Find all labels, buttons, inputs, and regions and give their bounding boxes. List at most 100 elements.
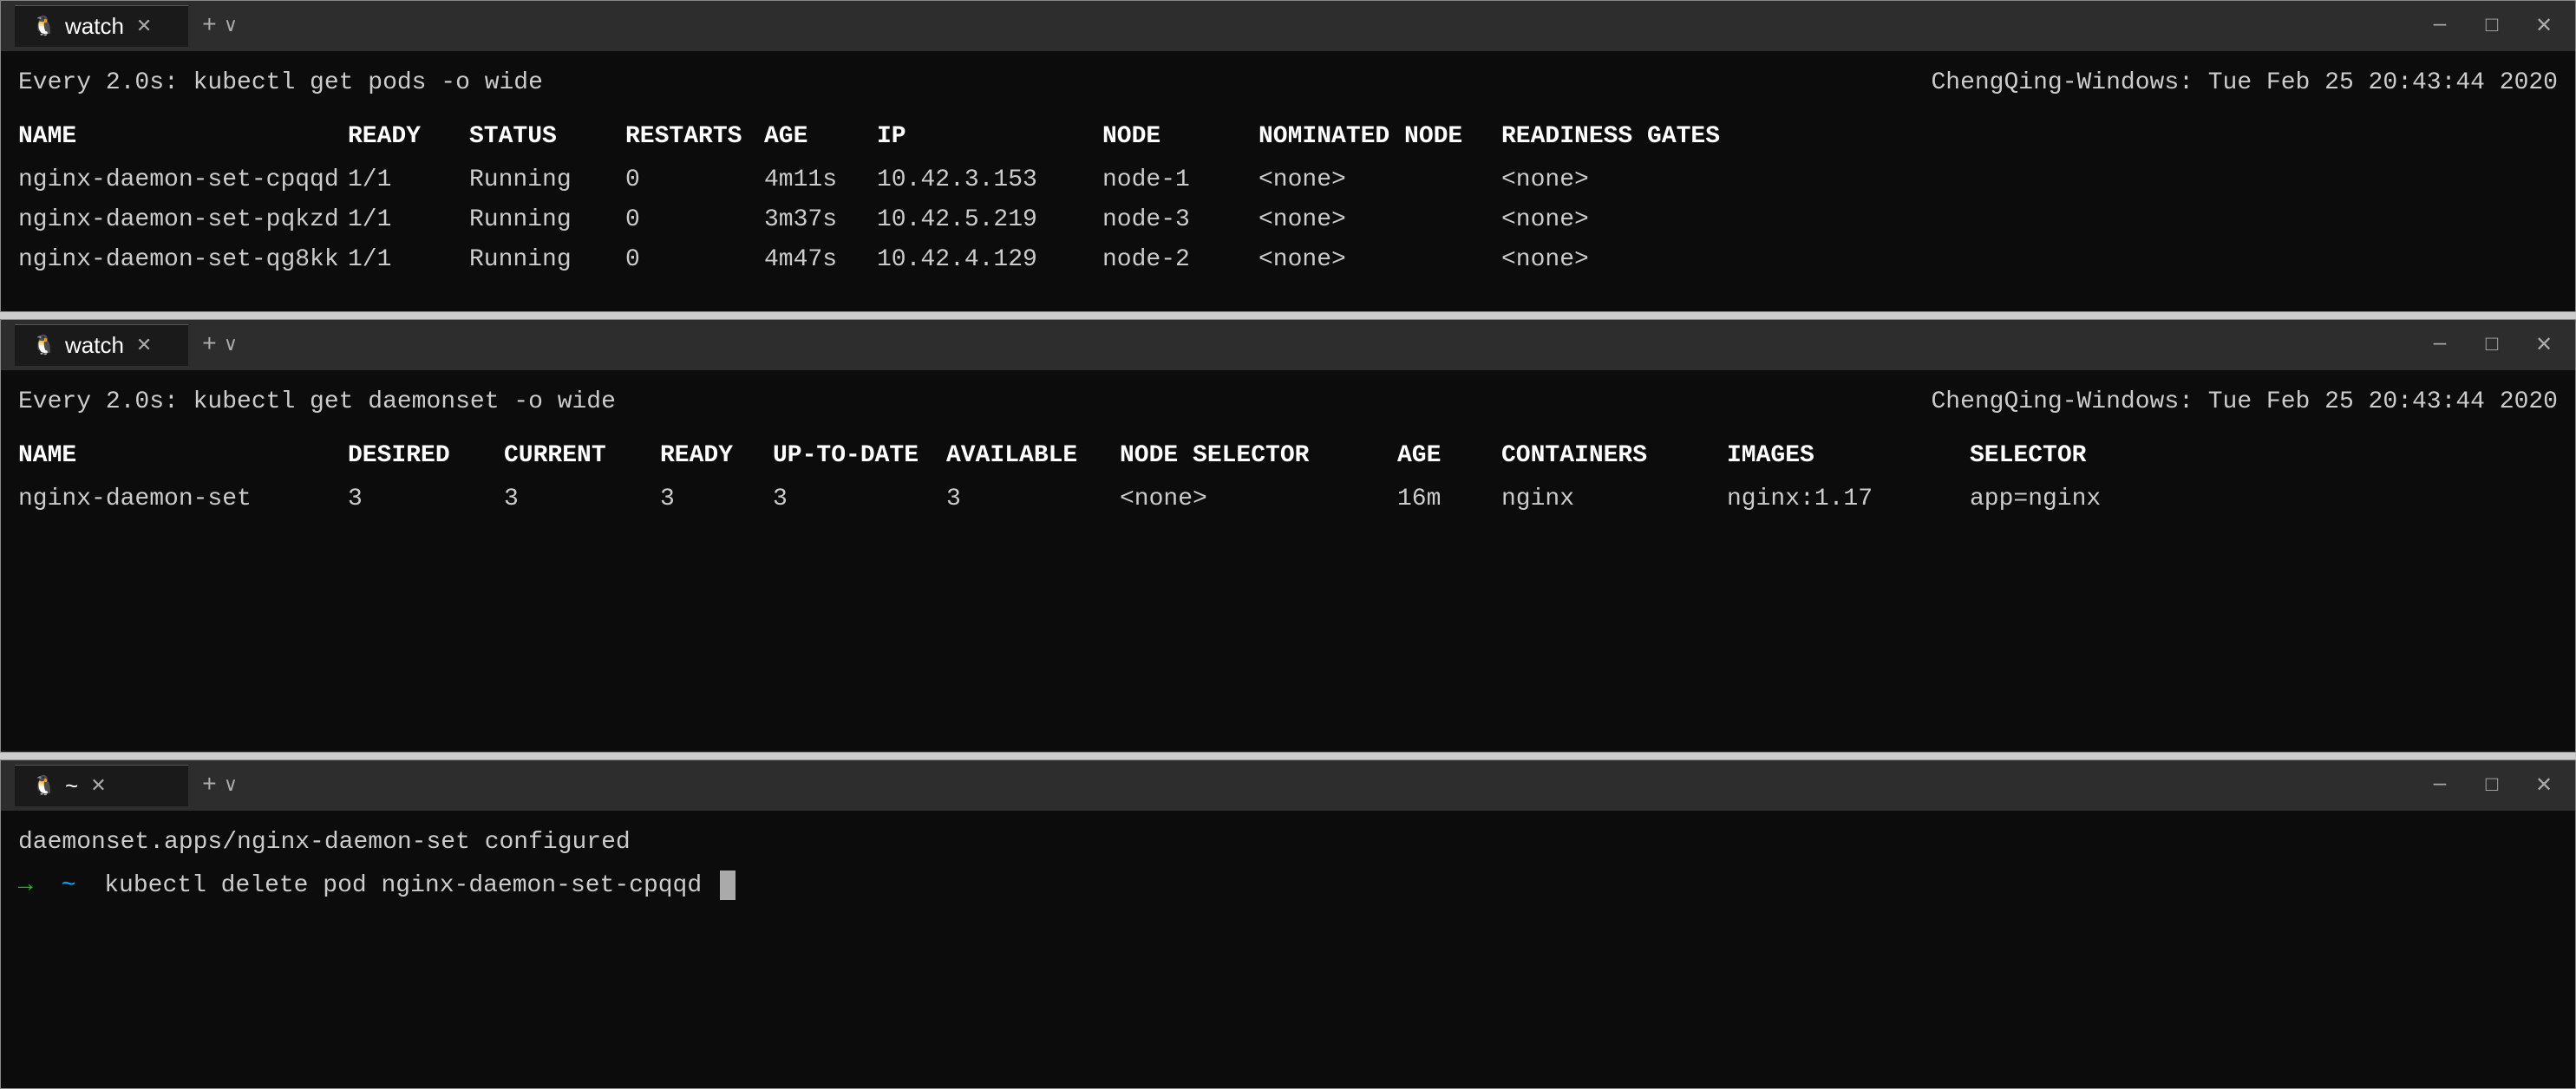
col-header-readiness: READINESS GATES bbox=[1501, 119, 1762, 155]
terminal-window-2: 🐧 watch ✕ + ∨ ─ □ ✕ Every 2.0s: kubectl … bbox=[0, 319, 2576, 753]
title-bar-left-3: 🐧 ~ ✕ + ∨ bbox=[15, 765, 2412, 806]
row1-status: Running bbox=[469, 162, 625, 199]
watch-header-2: Every 2.0s: kubectl get daemonset -o wid… bbox=[18, 384, 2558, 421]
terminal-body-3[interactable]: daemonset.apps/nginx-daemon-set configur… bbox=[1, 811, 2575, 1088]
row3-ready: 1/1 bbox=[348, 242, 469, 278]
row2-ready: 1/1 bbox=[348, 202, 469, 238]
linux-icon-3: 🐧 bbox=[32, 774, 56, 799]
t2row1-nodeselector: <none> bbox=[1120, 481, 1397, 518]
terminal-window-3: 🐧 ~ ✕ + ∨ ─ □ ✕ daemonset.apps/nginx-dae… bbox=[0, 760, 2576, 1089]
tab-1[interactable]: 🐧 watch ✕ bbox=[15, 5, 188, 47]
tab-dropdown-2[interactable]: ∨ bbox=[224, 334, 238, 356]
row1-age: 4m11s bbox=[764, 162, 877, 199]
prompt-arrow: → bbox=[18, 872, 33, 899]
col2-header-selector: SELECTOR bbox=[1970, 438, 2213, 474]
tab-title-1: watch bbox=[65, 13, 124, 40]
t2row1-ready: 3 bbox=[660, 481, 773, 518]
title-bar-3: 🐧 ~ ✕ + ∨ ─ □ ✕ bbox=[1, 760, 2575, 811]
row2-nominated: <none> bbox=[1259, 202, 1501, 238]
new-tab-button-1[interactable]: + bbox=[202, 13, 217, 40]
row2-restarts: 0 bbox=[625, 202, 764, 238]
col2-header-uptodate: UP-TO-DATE bbox=[773, 438, 946, 474]
col2-header-age: AGE bbox=[1397, 438, 1501, 474]
row3-nominated: <none> bbox=[1259, 242, 1501, 278]
prompt-tilde: ~ bbox=[62, 872, 76, 899]
row3-readiness: <none> bbox=[1501, 242, 1762, 278]
table-row-2: nginx-daemon-set-pqkzd 1/1 Running 0 3m3… bbox=[18, 202, 2558, 238]
row2-age: 3m37s bbox=[764, 202, 877, 238]
row2-ip: 10.42.5.219 bbox=[877, 202, 1102, 238]
terminal-body-2: Every 2.0s: kubectl get daemonset -o wid… bbox=[1, 370, 2575, 752]
new-tab-button-3[interactable]: + bbox=[202, 773, 217, 799]
terminal-cursor bbox=[720, 871, 736, 900]
table-row-3: nginx-daemon-set-qg8kk 1/1 Running 0 4m4… bbox=[18, 242, 2558, 278]
col-header-restarts: RESTARTS bbox=[625, 119, 764, 155]
output-line-1: daemonset.apps/nginx-daemon-set configur… bbox=[18, 825, 2558, 861]
col2-header-name: NAME bbox=[18, 438, 348, 474]
table2-row-1: nginx-daemon-set 3 3 3 3 3 <none> 16m ng… bbox=[18, 481, 2558, 518]
t2row1-uptodate: 3 bbox=[773, 481, 946, 518]
col-header-nominated: NOMINATED NODE bbox=[1259, 119, 1501, 155]
row2-status: Running bbox=[469, 202, 625, 238]
col-header-status: STATUS bbox=[469, 119, 625, 155]
tab-title-2: watch bbox=[65, 332, 124, 359]
tab-2[interactable]: 🐧 watch ✕ bbox=[15, 324, 188, 366]
linux-icon-2: 🐧 bbox=[32, 334, 56, 358]
row1-restarts: 0 bbox=[625, 162, 764, 199]
row3-restarts: 0 bbox=[625, 242, 764, 278]
tab-3[interactable]: 🐧 ~ ✕ bbox=[15, 765, 188, 806]
close-button-3[interactable]: ✕ bbox=[2527, 768, 2561, 803]
tab-close-3[interactable]: ✕ bbox=[90, 775, 106, 798]
minimize-button-2[interactable]: ─ bbox=[2422, 328, 2457, 362]
t2row1-age: 16m bbox=[1397, 481, 1501, 518]
linux-icon-1: 🐧 bbox=[32, 15, 56, 39]
title-bar-1: 🐧 watch ✕ + ∨ ─ □ ✕ bbox=[1, 1, 2575, 51]
tab-title-3: ~ bbox=[65, 773, 78, 799]
title-bar-controls-1: ─ □ ✕ bbox=[2422, 9, 2561, 43]
close-button-2[interactable]: ✕ bbox=[2527, 328, 2561, 362]
col2-header-containers: CONTAINERS bbox=[1501, 438, 1727, 474]
row1-ready: 1/1 bbox=[348, 162, 469, 199]
row3-node: node-2 bbox=[1102, 242, 1259, 278]
table-header-2: NAME DESIRED CURRENT READY UP-TO-DATE AV… bbox=[18, 438, 2558, 474]
t2row1-available: 3 bbox=[946, 481, 1120, 518]
new-tab-button-2[interactable]: + bbox=[202, 332, 217, 359]
terminal-body-1: Every 2.0s: kubectl get pods -o wide Che… bbox=[1, 51, 2575, 311]
col-header-name: NAME bbox=[18, 119, 348, 155]
minimize-button-3[interactable]: ─ bbox=[2422, 768, 2457, 803]
t2row1-current: 3 bbox=[504, 481, 660, 518]
minimize-button-1[interactable]: ─ bbox=[2422, 9, 2457, 43]
row1-name: nginx-daemon-set-cpqqd bbox=[18, 162, 348, 199]
tab-dropdown-3[interactable]: ∨ bbox=[224, 774, 238, 797]
t2row1-selector: app=nginx bbox=[1970, 481, 2213, 518]
daemonset-configured-text: daemonset.apps/nginx-daemon-set configur… bbox=[18, 829, 631, 856]
row3-age: 4m47s bbox=[764, 242, 877, 278]
row2-readiness: <none> bbox=[1501, 202, 1762, 238]
t2row1-containers: nginx bbox=[1501, 481, 1727, 518]
divider-1 bbox=[0, 312, 2576, 319]
prompt-line-1: → ~ kubectl delete pod nginx-daemon-set-… bbox=[18, 868, 2558, 904]
tab-close-2[interactable]: ✕ bbox=[136, 335, 152, 357]
maximize-button-1[interactable]: □ bbox=[2475, 9, 2509, 43]
col2-header-current: CURRENT bbox=[504, 438, 660, 474]
title-bar-controls-2: ─ □ ✕ bbox=[2422, 328, 2561, 362]
title-bar-2: 🐧 watch ✕ + ∨ ─ □ ✕ bbox=[1, 320, 2575, 370]
t2row1-desired: 3 bbox=[348, 481, 504, 518]
table-row-1: nginx-daemon-set-cpqqd 1/1 Running 0 4m1… bbox=[18, 162, 2558, 199]
maximize-button-3[interactable]: □ bbox=[2475, 768, 2509, 803]
watch-host-1: ChengQing-Windows: Tue Feb 25 20:43:44 2… bbox=[1931, 65, 2558, 101]
row2-node: node-3 bbox=[1102, 202, 1259, 238]
maximize-button-2[interactable]: □ bbox=[2475, 328, 2509, 362]
col2-header-nodeselector: NODE SELECTOR bbox=[1120, 438, 1397, 474]
col-header-ready: READY bbox=[348, 119, 469, 155]
row3-status: Running bbox=[469, 242, 625, 278]
col2-header-images: IMAGES bbox=[1727, 438, 1970, 474]
title-bar-left-2: 🐧 watch ✕ + ∨ bbox=[15, 324, 2412, 366]
tab-dropdown-1[interactable]: ∨ bbox=[224, 15, 238, 37]
col2-header-desired: DESIRED bbox=[348, 438, 504, 474]
tab-close-1[interactable]: ✕ bbox=[136, 16, 152, 38]
watch-cmd-1: Every 2.0s: kubectl get pods -o wide bbox=[18, 65, 543, 101]
row3-name: nginx-daemon-set-qg8kk bbox=[18, 242, 348, 278]
watch-header-1: Every 2.0s: kubectl get pods -o wide Che… bbox=[18, 65, 2558, 101]
close-button-1[interactable]: ✕ bbox=[2527, 9, 2561, 43]
